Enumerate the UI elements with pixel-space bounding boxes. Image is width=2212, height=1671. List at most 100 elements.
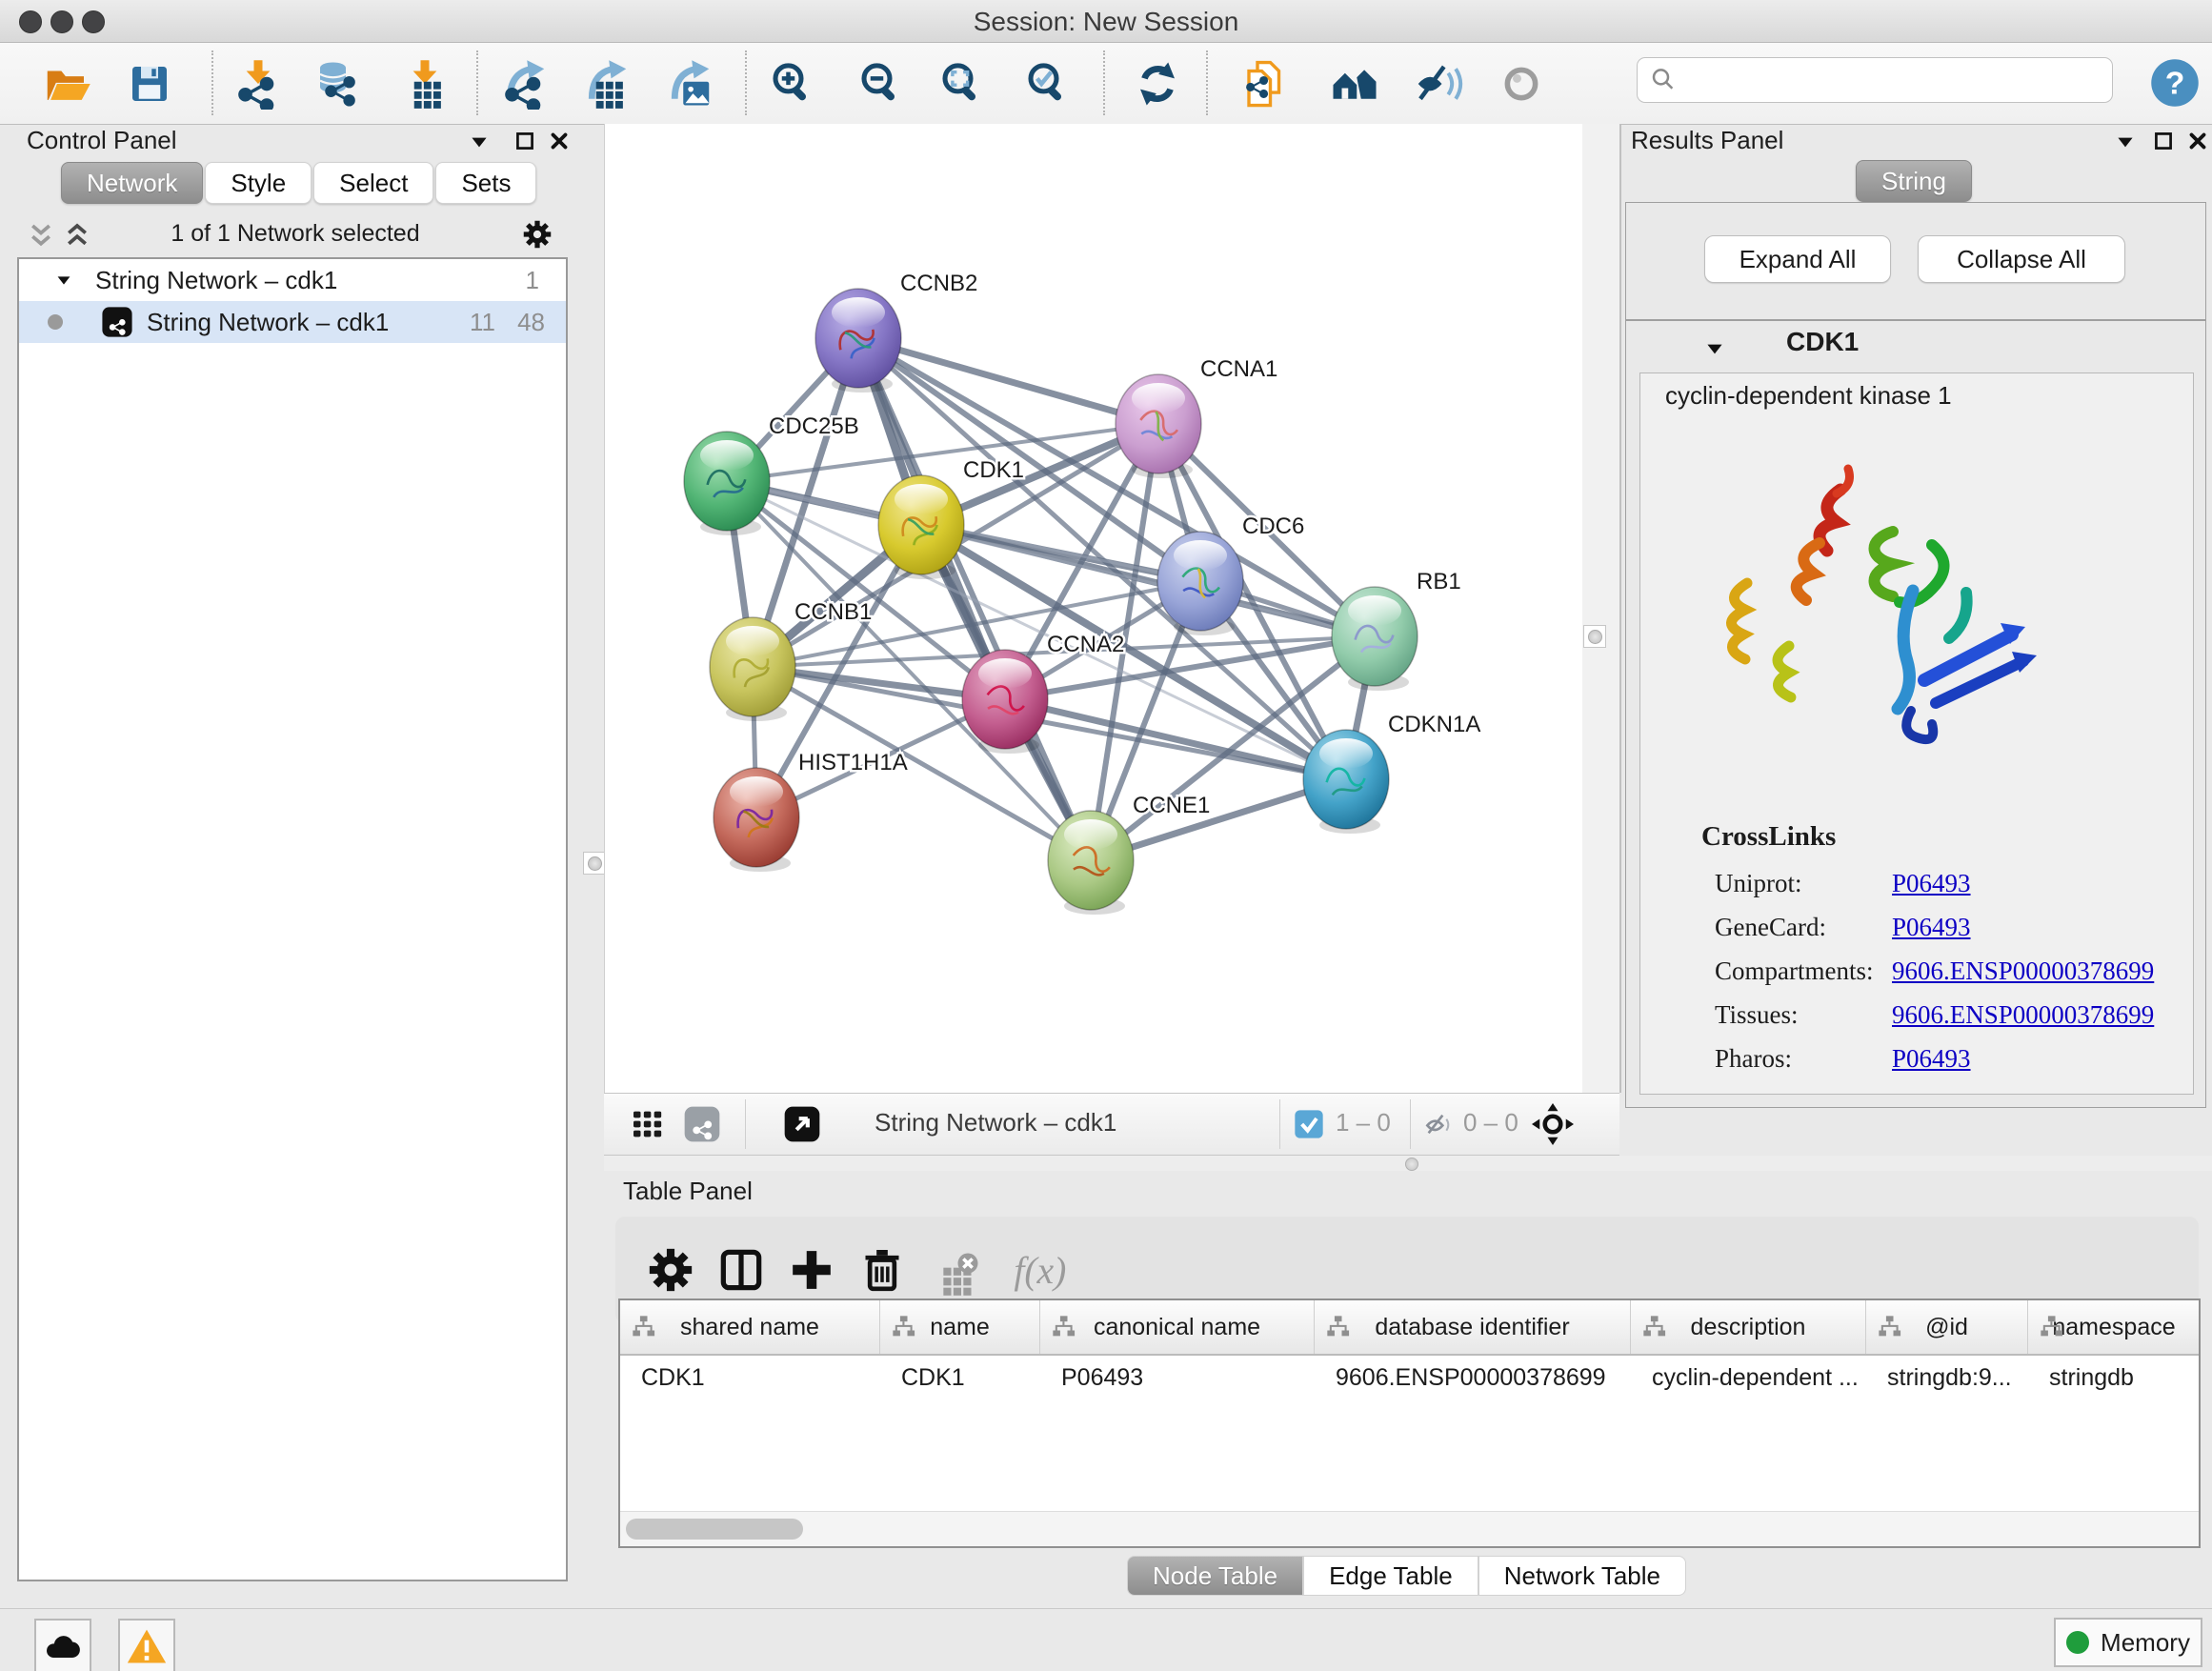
close-panel-icon[interactable] bbox=[547, 129, 572, 153]
table-row[interactable]: CDK1CDK1P064939606.ENSP00000378699cyclin… bbox=[620, 1356, 2199, 1399]
collapse-all-button[interactable]: Collapse All bbox=[1918, 235, 2125, 283]
cloud-button[interactable] bbox=[34, 1619, 91, 1671]
create-column-icon[interactable] bbox=[785, 1243, 838, 1297]
expand-all-networks-icon[interactable] bbox=[63, 221, 91, 250]
node-label-HIST1H1A: HIST1H1A bbox=[798, 750, 908, 775]
help-button[interactable]: ? bbox=[2149, 57, 2201, 109]
table-cell: CDK1 bbox=[880, 1364, 1040, 1392]
column-header-description[interactable]: description bbox=[1631, 1300, 1866, 1354]
tab-style[interactable]: Style bbox=[205, 162, 312, 204]
import-database-button[interactable] bbox=[311, 55, 364, 112]
function-builder-icon: f(x) bbox=[1000, 1243, 1076, 1297]
search-text-field[interactable] bbox=[1685, 65, 2112, 96]
node-CCNE1[interactable]: CCNE1 bbox=[1048, 793, 1210, 915]
tab-network-table[interactable]: Network Table bbox=[1478, 1556, 1686, 1596]
column-header-database-identifier[interactable]: database identifier bbox=[1315, 1300, 1631, 1354]
column-header-canonical-name[interactable]: canonical name bbox=[1040, 1300, 1315, 1354]
right-splitter[interactable] bbox=[1581, 124, 1621, 1093]
gene-symbol: CDK1 bbox=[1786, 327, 1859, 357]
table-panel: Table Panel f(x) shared namenamecanonica… bbox=[604, 1171, 2212, 1608]
node-RB1[interactable]: RB1 bbox=[1332, 569, 1461, 691]
hide-panel-button[interactable] bbox=[1411, 55, 1464, 112]
warnings-button[interactable] bbox=[118, 1619, 175, 1671]
open-file-button[interactable] bbox=[40, 55, 93, 112]
table-cell: CDK1 bbox=[620, 1364, 880, 1392]
network-collection-row[interactable]: String Network – cdk1 1 bbox=[19, 259, 566, 301]
search-input[interactable] bbox=[1637, 57, 2113, 103]
tab-node-table[interactable]: Node Table bbox=[1127, 1556, 1303, 1596]
zoom-out-button[interactable] bbox=[855, 55, 908, 112]
table-hscrollbar-thumb[interactable] bbox=[626, 1519, 803, 1540]
crosslink-uniprot-link[interactable]: P06493 bbox=[1892, 869, 1971, 898]
collapse-all-networks-icon[interactable] bbox=[27, 221, 55, 250]
tab-edge-table[interactable]: Edge Table bbox=[1303, 1556, 1478, 1596]
table-cell: stringdb bbox=[2028, 1364, 2201, 1392]
memory-button[interactable]: Memory bbox=[2054, 1618, 2202, 1667]
node-label-CDKN1A: CDKN1A bbox=[1388, 712, 1480, 737]
node-label-CDC25B: CDC25B bbox=[769, 413, 859, 439]
node-label-CDK1: CDK1 bbox=[963, 457, 1024, 483]
table-hscrollbar[interactable] bbox=[620, 1511, 2199, 1546]
export-table-button[interactable] bbox=[580, 55, 633, 112]
node-label-RB1: RB1 bbox=[1417, 569, 1461, 594]
table-settings-gear-icon[interactable] bbox=[644, 1243, 697, 1297]
results-menu-icon[interactable] bbox=[2113, 130, 2138, 154]
zoom-selected-button[interactable] bbox=[1021, 55, 1075, 112]
network-list: String Network – cdk1 1 String Network –… bbox=[17, 257, 568, 1581]
collapse-collection-icon[interactable] bbox=[53, 270, 74, 291]
collapse-gene-icon[interactable] bbox=[1702, 336, 1727, 361]
network-row-selected[interactable]: String Network – cdk1 11 48 bbox=[19, 301, 566, 343]
search-icon bbox=[1649, 66, 1678, 94]
network-options-gear-icon[interactable] bbox=[520, 217, 554, 252]
column-header-shared-name[interactable]: shared name bbox=[620, 1300, 880, 1354]
network-overview-icon[interactable] bbox=[683, 1105, 721, 1143]
export-image-button[interactable] bbox=[663, 55, 716, 112]
grid-view-icon[interactable] bbox=[629, 1105, 667, 1143]
float-panel-icon[interactable] bbox=[513, 129, 537, 153]
column-header--id[interactable]: @id bbox=[1866, 1300, 2028, 1354]
show-panel-button[interactable] bbox=[1495, 55, 1548, 112]
zoom-fit-button[interactable] bbox=[935, 55, 989, 112]
tab-network[interactable]: Network bbox=[61, 162, 203, 204]
column-tree-icon bbox=[2038, 1314, 2066, 1340]
expand-all-button[interactable]: Expand All bbox=[1704, 235, 1891, 283]
crosslink-pharos-link[interactable]: P06493 bbox=[1892, 1044, 1971, 1074]
column-header-name[interactable]: name bbox=[880, 1300, 1040, 1354]
refresh-view-button[interactable] bbox=[1131, 55, 1184, 112]
delete-table-icon[interactable] bbox=[928, 1243, 981, 1297]
birdseye-view-icon[interactable] bbox=[783, 1105, 821, 1143]
node-label-CCNE1: CCNE1 bbox=[1133, 793, 1210, 818]
selected-nodes-checkbox-icon[interactable] bbox=[1294, 1109, 1324, 1139]
tab-string[interactable]: String bbox=[1856, 160, 1972, 202]
crosslink-genecard-link[interactable]: P06493 bbox=[1892, 913, 1971, 942]
control-panel-title: Control Panel bbox=[27, 126, 177, 155]
share-document-button[interactable] bbox=[1239, 55, 1293, 112]
left-splitter[interactable] bbox=[583, 124, 604, 1093]
import-table-button[interactable] bbox=[398, 55, 452, 112]
import-network-button[interactable] bbox=[231, 55, 285, 112]
panel-menu-icon[interactable] bbox=[467, 130, 492, 154]
show-columns-icon[interactable] bbox=[714, 1243, 768, 1297]
column-header-namespace[interactable]: namespace bbox=[2028, 1300, 2201, 1354]
results-panel-title: Results Panel bbox=[1631, 126, 1783, 155]
node-label-CCNB1: CCNB1 bbox=[794, 599, 872, 625]
tab-sets[interactable]: Sets bbox=[435, 162, 536, 204]
column-tree-icon bbox=[1324, 1314, 1353, 1340]
save-session-button[interactable] bbox=[123, 55, 176, 112]
home-button[interactable] bbox=[1328, 55, 1381, 112]
pan-crosshair-icon[interactable] bbox=[1532, 1103, 1574, 1145]
network-canvas[interactable]: CCNB2CCNA1CDC25BCDK1CDC6RB1CCNB1CCNA2CDK… bbox=[604, 124, 1582, 1093]
delete-column-icon[interactable] bbox=[855, 1243, 909, 1297]
hidden-items-icon[interactable] bbox=[1421, 1109, 1454, 1139]
export-network-button[interactable] bbox=[498, 55, 552, 112]
close-results-icon[interactable] bbox=[2185, 129, 2210, 153]
zoom-in-button[interactable] bbox=[766, 55, 819, 112]
column-tree-icon bbox=[1050, 1314, 1078, 1340]
node-HIST1H1A[interactable]: HIST1H1A bbox=[714, 750, 908, 872]
crosslink-compartments-link[interactable]: 9606.ENSP00000378699 bbox=[1892, 956, 2154, 986]
crosslink-tissues-link[interactable]: 9606.ENSP00000378699 bbox=[1892, 1000, 2154, 1030]
float-results-icon[interactable] bbox=[2151, 129, 2176, 153]
node-CDKN1A[interactable]: CDKN1A bbox=[1303, 712, 1480, 834]
tab-select[interactable]: Select bbox=[313, 162, 433, 204]
crosslink-label: Pharos: bbox=[1715, 1044, 1792, 1073]
